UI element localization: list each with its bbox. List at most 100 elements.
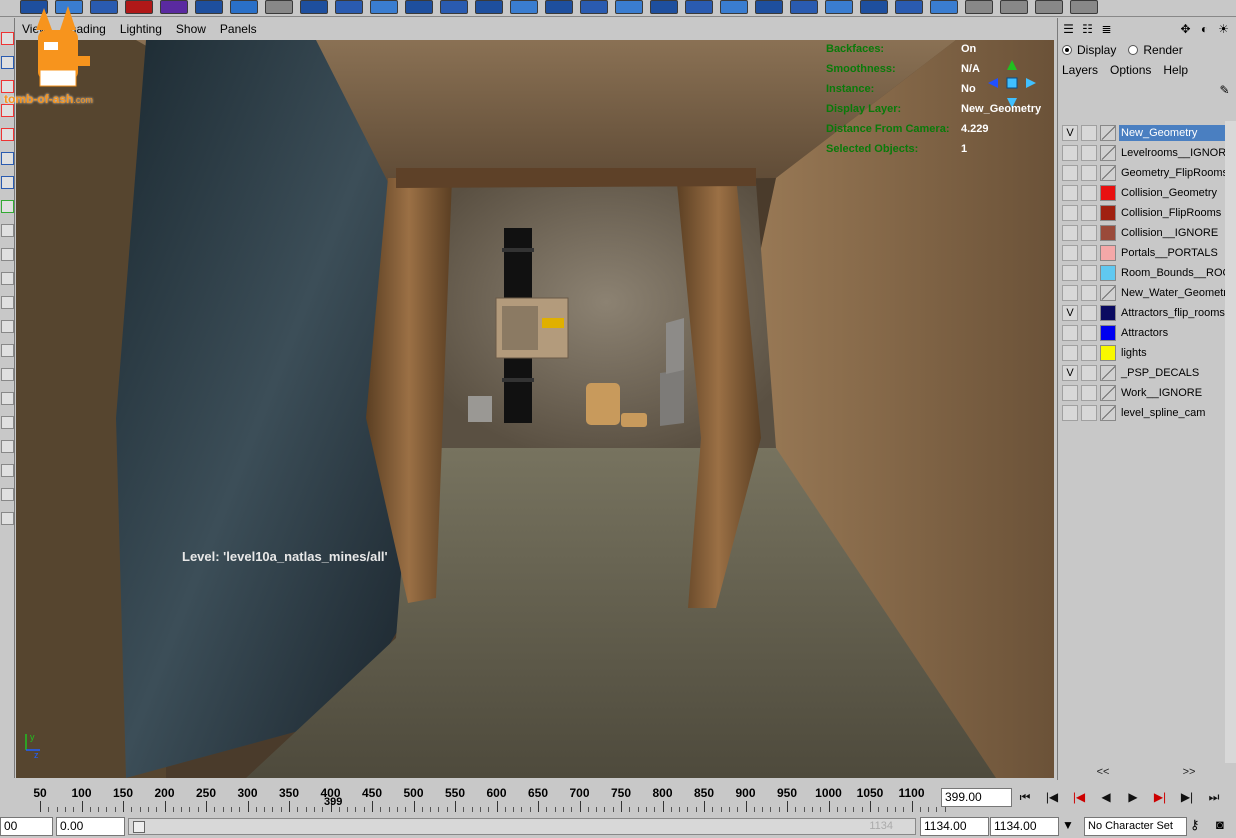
layer-color-swatch[interactable] [1100, 345, 1116, 361]
layer-visibility-toggle[interactable] [1062, 225, 1078, 241]
auto-key-icon[interactable]: ◙ [1216, 817, 1224, 832]
layer-color-swatch[interactable] [1100, 125, 1116, 141]
playback-end-field[interactable]: 1134.00 [920, 817, 989, 836]
layer-visibility-toggle[interactable] [1062, 345, 1078, 361]
layer-visibility-toggle[interactable] [1062, 325, 1078, 341]
layer-playback-toggle[interactable] [1081, 305, 1097, 321]
tool-icon[interactable] [1, 344, 14, 357]
layer-row[interactable]: level_spline_cam [1060, 403, 1232, 423]
attribute-editor-icon[interactable]: ☷ [1079, 21, 1096, 38]
display-radio[interactable]: Display [1062, 43, 1116, 57]
tool-icon[interactable] [1, 440, 14, 453]
layer-playback-toggle[interactable] [1081, 185, 1097, 201]
tool-icon[interactable] [1, 488, 14, 501]
layer-row[interactable]: V _PSP_DECALS [1060, 363, 1232, 383]
light-icon[interactable]: ☀ [1215, 21, 1232, 38]
layer-visibility-toggle[interactable] [1062, 185, 1078, 201]
layer-color-swatch[interactable] [1100, 245, 1116, 261]
layer-row[interactable]: Portals__PORTALS [1060, 243, 1232, 263]
shelf-tool-icon[interactable] [160, 0, 188, 14]
shelf-tool-icon[interactable] [475, 0, 503, 14]
range-slider-bar[interactable]: 1134 [128, 818, 916, 835]
shelf-tool-icon[interactable] [440, 0, 468, 14]
shelf-tool-icon[interactable] [1070, 0, 1098, 14]
menu-lighting[interactable]: Lighting [120, 22, 162, 36]
layer-playback-toggle[interactable] [1081, 225, 1097, 241]
perspective-viewport[interactable]: y z View Shading Lighting Show Panels Ba… [16, 18, 1054, 778]
layer-row[interactable]: Collision_FlipRooms [1060, 203, 1232, 223]
layer-playback-toggle[interactable] [1081, 145, 1097, 161]
layer-playback-toggle[interactable] [1081, 125, 1097, 141]
tool-icon[interactable] [1, 416, 14, 429]
layer-scrollbar[interactable] [1225, 121, 1236, 763]
layer-color-swatch[interactable] [1100, 165, 1116, 181]
layer-playback-toggle[interactable] [1081, 325, 1097, 341]
layer-visibility-toggle[interactable] [1062, 205, 1078, 221]
layer-playback-toggle[interactable] [1081, 205, 1097, 221]
layer-color-swatch[interactable] [1100, 365, 1116, 381]
layer-visibility-toggle[interactable]: V [1062, 305, 1078, 321]
layer-color-swatch[interactable] [1100, 405, 1116, 421]
tool-icon[interactable] [1, 272, 14, 285]
play-forward-icon[interactable]: ▶ [1121, 786, 1145, 808]
shading-icon[interactable]: ◐ [1196, 21, 1213, 38]
play-backward-icon[interactable]: ◀ [1094, 786, 1118, 808]
shelf-tool-icon[interactable] [405, 0, 433, 14]
layer-visibility-toggle[interactable] [1062, 245, 1078, 261]
layer-visibility-toggle[interactable] [1062, 165, 1078, 181]
tool-icon[interactable] [1, 296, 14, 309]
step-forward-frame-icon[interactable]: ▶| [1175, 786, 1199, 808]
channel-list-icon[interactable]: ≣ [1098, 21, 1115, 38]
shelf-tool-icon[interactable] [335, 0, 363, 14]
menu-options[interactable]: Options [1110, 63, 1151, 77]
step-back-frame-icon[interactable]: |◀ [1040, 786, 1064, 808]
layer-row[interactable]: Geometry_FlipRooms [1060, 163, 1232, 183]
layer-visibility-toggle[interactable] [1062, 285, 1078, 301]
tool-icon[interactable] [1, 392, 14, 405]
layer-color-swatch[interactable] [1100, 325, 1116, 341]
layer-playback-toggle[interactable] [1081, 285, 1097, 301]
layer-row[interactable]: lights [1060, 343, 1232, 363]
layer-row[interactable]: Collision__IGNORE [1060, 223, 1232, 243]
layer-visibility-toggle[interactable] [1062, 405, 1078, 421]
layer-row[interactable]: V New_Geometry [1060, 123, 1232, 143]
end-time-field[interactable]: 1134.00 [990, 817, 1059, 836]
menu-layers[interactable]: Layers [1062, 63, 1098, 77]
layer-color-swatch[interactable] [1100, 205, 1116, 221]
step-forward-key-icon[interactable]: ▶| [1148, 786, 1172, 808]
layer-playback-toggle[interactable] [1081, 165, 1097, 181]
layer-row[interactable]: Levelrooms__IGNORE [1060, 143, 1232, 163]
shelf-tool-icon[interactable] [685, 0, 713, 14]
move-tool-icon[interactable]: ✥ [1177, 21, 1194, 38]
tool-icon[interactable] [1, 224, 14, 237]
scroll-left-button[interactable]: << [1097, 766, 1110, 778]
layer-color-swatch[interactable] [1100, 385, 1116, 401]
shelf-tool-icon[interactable] [125, 0, 153, 14]
channel-box-icon[interactable]: ☰ [1060, 21, 1077, 38]
layer-visibility-toggle[interactable] [1062, 145, 1078, 161]
layer-color-swatch[interactable] [1100, 305, 1116, 321]
shelf-tool-icon[interactable] [510, 0, 538, 14]
menu-panels[interactable]: Panels [220, 22, 257, 36]
layer-visibility-toggle[interactable] [1062, 385, 1078, 401]
shelf-tool-icon[interactable] [930, 0, 958, 14]
layer-playback-toggle[interactable] [1081, 405, 1097, 421]
menu-show[interactable]: Show [176, 22, 206, 36]
layer-playback-toggle[interactable] [1081, 365, 1097, 381]
shelf-tool-icon[interactable] [265, 0, 293, 14]
go-to-end-icon[interactable]: ⏭ [1202, 786, 1226, 808]
layer-color-swatch[interactable] [1100, 145, 1116, 161]
start-time-field[interactable]: 00 [0, 817, 53, 836]
menu-help[interactable]: Help [1163, 63, 1188, 77]
layer-row[interactable]: Work__IGNORE [1060, 383, 1232, 403]
shelf-tool-icon[interactable] [230, 0, 258, 14]
layer-row[interactable]: Room_Bounds__ROOMS [1060, 263, 1232, 283]
range-start-handle[interactable] [133, 821, 145, 833]
layer-playback-toggle[interactable] [1081, 385, 1097, 401]
shelf-tool-icon[interactable] [370, 0, 398, 14]
shelf-tool-icon[interactable] [1000, 0, 1028, 14]
layer-visibility-toggle[interactable]: V [1062, 125, 1078, 141]
step-back-key-icon[interactable]: |◀ [1067, 786, 1091, 808]
layer-playback-toggle[interactable] [1081, 345, 1097, 361]
tool-icon[interactable] [1, 176, 14, 189]
